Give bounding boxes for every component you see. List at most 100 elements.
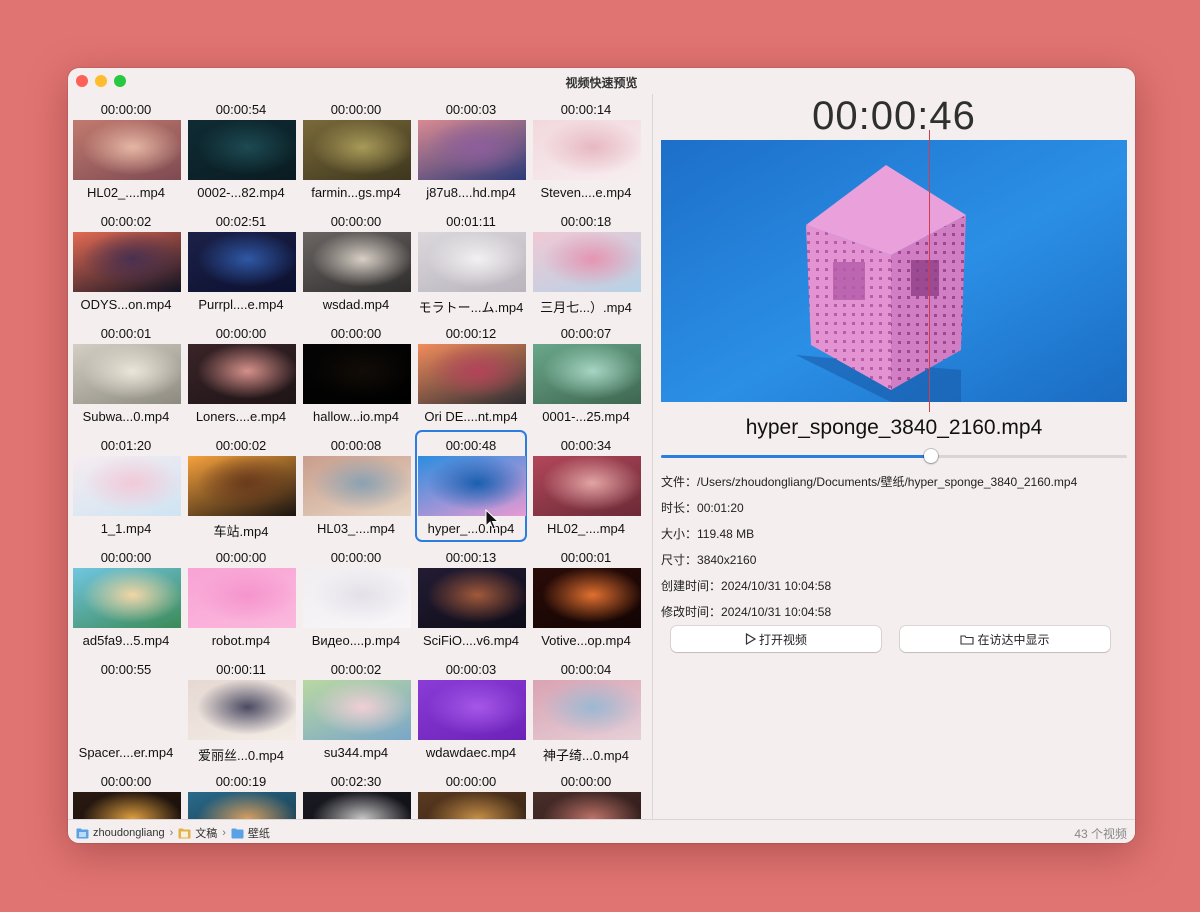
video-filename: 0002-...82.mp4: [197, 185, 285, 200]
video-cell[interactable]: 00:00:00 HL02_....mp4: [70, 94, 182, 206]
playback-slider[interactable]: [661, 449, 1127, 463]
playback-slider-knob[interactable]: [924, 449, 939, 463]
video-cell[interactable]: 00:02:30: [300, 766, 412, 819]
video-cell[interactable]: 00:00:19: [185, 766, 297, 819]
video-thumbnail[interactable]: [533, 232, 641, 292]
video-cell[interactable]: 00:00:04 神子绮...0.mp4: [530, 654, 642, 766]
video-filename: 车站.mp4: [213, 524, 269, 539]
video-cell[interactable]: 00:00:11 爱丽丝...0.mp4: [185, 654, 297, 766]
video-filename: 神子绮...0.mp4: [543, 748, 629, 763]
video-cell[interactable]: 00:00:00 hallow...io.mp4: [300, 318, 412, 430]
video-cell[interactable]: 00:00:55 Spacer....er.mp4: [70, 654, 182, 766]
video-thumbnail[interactable]: [73, 344, 181, 404]
video-filename: HL02_....mp4: [86, 185, 166, 200]
video-thumbnail[interactable]: [73, 568, 181, 628]
video-cell[interactable]: 00:00:00 wsdad.mp4: [300, 206, 412, 318]
video-thumbnail[interactable]: [303, 456, 411, 516]
video-cell[interactable]: 00:00:48 hyper_...0.mp4: [415, 430, 527, 542]
video-cell[interactable]: 00:00:02 su344.mp4: [300, 654, 412, 766]
video-cell[interactable]: 00:00:54 0002-...82.mp4: [185, 94, 297, 206]
video-cell[interactable]: 00:00:00: [70, 766, 182, 819]
video-thumbnail[interactable]: [533, 456, 641, 516]
video-thumbnail[interactable]: [73, 456, 181, 516]
video-count: 43 个视频: [1074, 827, 1127, 841]
video-thumbnail[interactable]: [303, 680, 411, 740]
breadcrumb-item-user[interactable]: zhoudongliang: [93, 827, 165, 839]
video-thumbnail[interactable]: [188, 456, 296, 516]
show-in-finder-label: 在访达中显示: [977, 632, 1050, 647]
video-cell[interactable]: 00:00:02 ODYS...on.mp4: [70, 206, 182, 318]
video-filename: robot.mp4: [211, 633, 271, 648]
video-cell[interactable]: 00:00:18 三月七...）.mp4: [530, 206, 642, 318]
video-timestamp: 00:00:02: [215, 438, 267, 453]
video-thumbnail[interactable]: [418, 568, 526, 628]
video-thumbnail[interactable]: [303, 120, 411, 180]
file-info-row: 尺寸：3840x2160: [661, 551, 756, 568]
video-cell[interactable]: 00:00:01 Votive...op.mp4: [530, 542, 642, 654]
video-thumbnail[interactable]: [418, 344, 526, 404]
video-cell[interactable]: 00:00:13 SciFiO....v6.mp4: [415, 542, 527, 654]
video-thumbnail[interactable]: [418, 232, 526, 292]
video-thumbnail[interactable]: [188, 344, 296, 404]
video-filename: wsdad.mp4: [322, 297, 390, 312]
video-thumbnail[interactable]: [418, 680, 526, 740]
video-filename: 1_1.mp4: [100, 521, 152, 536]
video-cell[interactable]: 00:00:00 farmin...gs.mp4: [300, 94, 412, 206]
video-thumbnail[interactable]: [418, 792, 526, 819]
video-timestamp: 00:00:03: [445, 102, 497, 117]
video-cell[interactable]: 00:00:08 HL03_....mp4: [300, 430, 412, 542]
video-thumbnail[interactable]: [533, 344, 641, 404]
video-thumbnail[interactable]: [533, 792, 641, 819]
video-thumbnail[interactable]: [533, 568, 641, 628]
video-filename: Subwa...0.mp4: [82, 409, 170, 424]
video-cell[interactable]: 00:00:14 Steven....e.mp4: [530, 94, 642, 206]
video-thumbnail[interactable]: [73, 232, 181, 292]
video-cell[interactable]: 00:01:20 1_1.mp4: [70, 430, 182, 542]
video-cell[interactable]: 00:01:11 モラトー...ム.mp4: [415, 206, 527, 318]
video-thumbnail[interactable]: [303, 232, 411, 292]
preview-frame[interactable]: [661, 140, 1127, 402]
open-video-label: 打开视频: [758, 632, 807, 647]
video-thumbnail[interactable]: [188, 232, 296, 292]
video-cell[interactable]: 00:00:00 Видео....p.mp4: [300, 542, 412, 654]
video-thumbnail[interactable]: [533, 120, 641, 180]
video-timestamp: 00:00:00: [445, 774, 497, 789]
video-thumbnail[interactable]: [73, 120, 181, 180]
video-thumbnail[interactable]: [188, 680, 296, 740]
breadcrumb-item-wallpaper[interactable]: 壁纸: [248, 825, 270, 841]
video-cell[interactable]: 00:00:01 Subwa...0.mp4: [70, 318, 182, 430]
video-cell[interactable]: 00:00:12 Ori DE....nt.mp4: [415, 318, 527, 430]
video-cell[interactable]: 00:00:00: [530, 766, 642, 819]
video-filename: ODYS...on.mp4: [80, 297, 172, 312]
video-thumbnail[interactable]: [303, 344, 411, 404]
video-thumbnail[interactable]: [533, 680, 641, 740]
video-filename: SciFiO....v6.mp4: [422, 633, 520, 648]
video-thumbnail[interactable]: [303, 792, 411, 819]
video-thumbnail[interactable]: [418, 456, 526, 516]
video-thumbnail[interactable]: [303, 568, 411, 628]
video-cell[interactable]: 00:00:00 robot.mp4: [185, 542, 297, 654]
open-video-button[interactable]: 打开视频: [671, 626, 881, 652]
video-thumbnail[interactable]: [188, 568, 296, 628]
video-thumbnail[interactable]: [73, 680, 181, 740]
video-thumbnail[interactable]: [73, 792, 181, 819]
video-timestamp: 00:01:11: [446, 214, 496, 229]
video-cell[interactable]: 00:00:07 0001-...25.mp4: [530, 318, 642, 430]
video-cell[interactable]: 00:00:03 j87u8....hd.mp4: [415, 94, 527, 206]
video-cell[interactable]: 00:00:00: [415, 766, 527, 819]
breadcrumb-separator: ›: [169, 827, 174, 839]
video-filename: 0001-...25.mp4: [542, 409, 630, 424]
breadcrumb-item-documents[interactable]: 文稿: [195, 825, 217, 841]
video-cell[interactable]: 00:00:00 Loners....e.mp4: [185, 318, 297, 430]
video-cell[interactable]: 00:00:03 wdawdaec.mp4: [415, 654, 527, 766]
video-cell[interactable]: 00:00:00 ad5fa9...5.mp4: [70, 542, 182, 654]
video-filename: Loners....e.mp4: [195, 409, 287, 424]
video-cell[interactable]: 00:00:34 HL02_....mp4: [530, 430, 642, 542]
video-thumbnail[interactable]: [188, 120, 296, 180]
file-info-row: 创建时间：2024/10/31 10:04:58: [661, 577, 831, 594]
show-in-finder-button[interactable]: 在访达中显示: [900, 626, 1110, 652]
video-cell[interactable]: 00:02:51 Purrpl....e.mp4: [185, 206, 297, 318]
video-cell[interactable]: 00:00:02 车站.mp4: [185, 430, 297, 542]
video-thumbnail[interactable]: [418, 120, 526, 180]
video-thumbnail[interactable]: [188, 792, 296, 819]
